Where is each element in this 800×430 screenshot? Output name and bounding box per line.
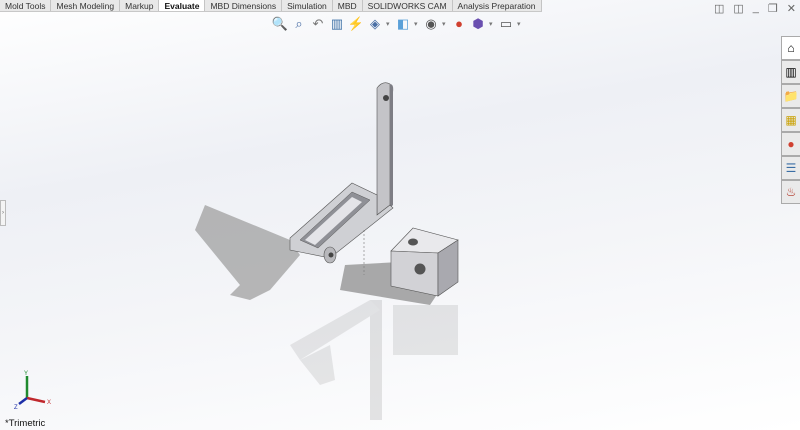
tab-evaluate[interactable]: Evaluate <box>159 0 206 11</box>
block-top-hole <box>408 238 418 246</box>
3d-model <box>195 82 459 420</box>
axis-z-line <box>18 397 28 405</box>
block-front-hole <box>414 263 426 275</box>
view-palette-icon[interactable]: ▦ <box>781 108 800 132</box>
solidworks-forum-icon[interactable]: ♨ <box>781 180 800 204</box>
block-part <box>390 227 459 297</box>
chevron-down-icon[interactable]: ▾ <box>442 20 448 28</box>
window-controls: ◫ ◫ _ ❐ ✕ <box>714 2 796 15</box>
appearances-scenes-icon[interactable]: ● <box>781 132 800 156</box>
tab-mbd[interactable]: MBD <box>333 0 363 11</box>
command-manager-tabs: Mold Tools Mesh Modeling Markup Evaluate… <box>0 0 542 12</box>
previous-view-icon[interactable]: ↶ <box>310 15 326 32</box>
chevron-down-icon[interactable]: ▾ <box>414 20 420 28</box>
axis-z-label: Z <box>14 405 18 410</box>
heads-up-view-toolbar: 🔍 ⌕ ↶ ▥ ⚡ ◈ ▾ ◧ ▾ ◉ ▾ ● ⬢ ▾ ▭ ▾ <box>272 15 523 32</box>
design-library-icon[interactable]: ▥ <box>781 60 800 84</box>
hole-top <box>383 95 389 101</box>
tab-mold-tools[interactable]: Mold Tools <box>0 0 52 11</box>
zoom-to-area-icon[interactable]: ⌕ <box>291 15 307 32</box>
view-settings-icon[interactable]: ▭ <box>498 15 514 32</box>
hide-show-items-icon[interactable]: ◉ <box>423 15 439 32</box>
custom-properties-icon[interactable]: ☰ <box>781 156 800 180</box>
graphics-area[interactable] <box>0 0 800 430</box>
view-orientation-icon[interactable]: ◈ <box>367 15 383 32</box>
zoom-to-fit-icon[interactable]: 🔍 <box>272 15 288 32</box>
close-icon[interactable]: ✕ <box>787 2 796 15</box>
apply-scene-icon[interactable]: ⬢ <box>470 15 486 32</box>
display-style-icon[interactable]: ◧ <box>395 15 411 32</box>
dynamic-annotation-icon[interactable]: ⚡ <box>348 15 364 32</box>
chevron-down-icon[interactable]: ▾ <box>386 20 392 28</box>
orientation-triad: Y X Z <box>14 371 51 410</box>
axis-y-label: Y <box>24 371 28 377</box>
bracket-vertical <box>376 82 391 216</box>
file-explorer-icon[interactable]: 📁 <box>781 84 800 108</box>
axis-x-line <box>26 396 46 404</box>
floor-reflection <box>290 300 458 420</box>
axis-x-label: X <box>47 400 51 406</box>
minimize-icon[interactable]: _ <box>753 2 759 15</box>
tab-markup[interactable]: Markup <box>120 0 160 11</box>
tab-mesh-modeling[interactable]: Mesh Modeling <box>51 0 121 11</box>
part-shadow <box>195 205 300 300</box>
solidworks-resources-icon[interactable]: ⌂ <box>781 36 800 60</box>
section-view-icon[interactable]: ▥ <box>329 15 345 32</box>
tab-mbd-dimensions[interactable]: MBD Dimensions <box>205 0 283 11</box>
edit-appearance-icon[interactable]: ● <box>451 15 467 32</box>
view-orientation-label: *Trimetric <box>5 418 46 429</box>
bracket-vertical-side <box>390 84 394 208</box>
feature-manager-expand-handle[interactable]: › <box>0 200 6 226</box>
hole-bottom <box>328 252 334 258</box>
task-pane-tabs: ⌂ ▥ 📁 ▦ ● ☰ ♨ <box>781 36 800 204</box>
chevron-down-icon[interactable]: ▾ <box>517 20 523 28</box>
tab-analysis-preparation[interactable]: Analysis Preparation <box>453 0 542 11</box>
chevron-down-icon[interactable]: ▾ <box>489 20 495 28</box>
tile-left-icon[interactable]: ◫ <box>714 2 724 15</box>
tile-right-icon[interactable]: ◫ <box>733 2 743 15</box>
tab-simulation[interactable]: Simulation <box>282 0 333 11</box>
restore-icon[interactable]: ❐ <box>768 2 778 15</box>
tab-solidworks-cam[interactable]: SOLIDWORKS CAM <box>363 0 453 11</box>
